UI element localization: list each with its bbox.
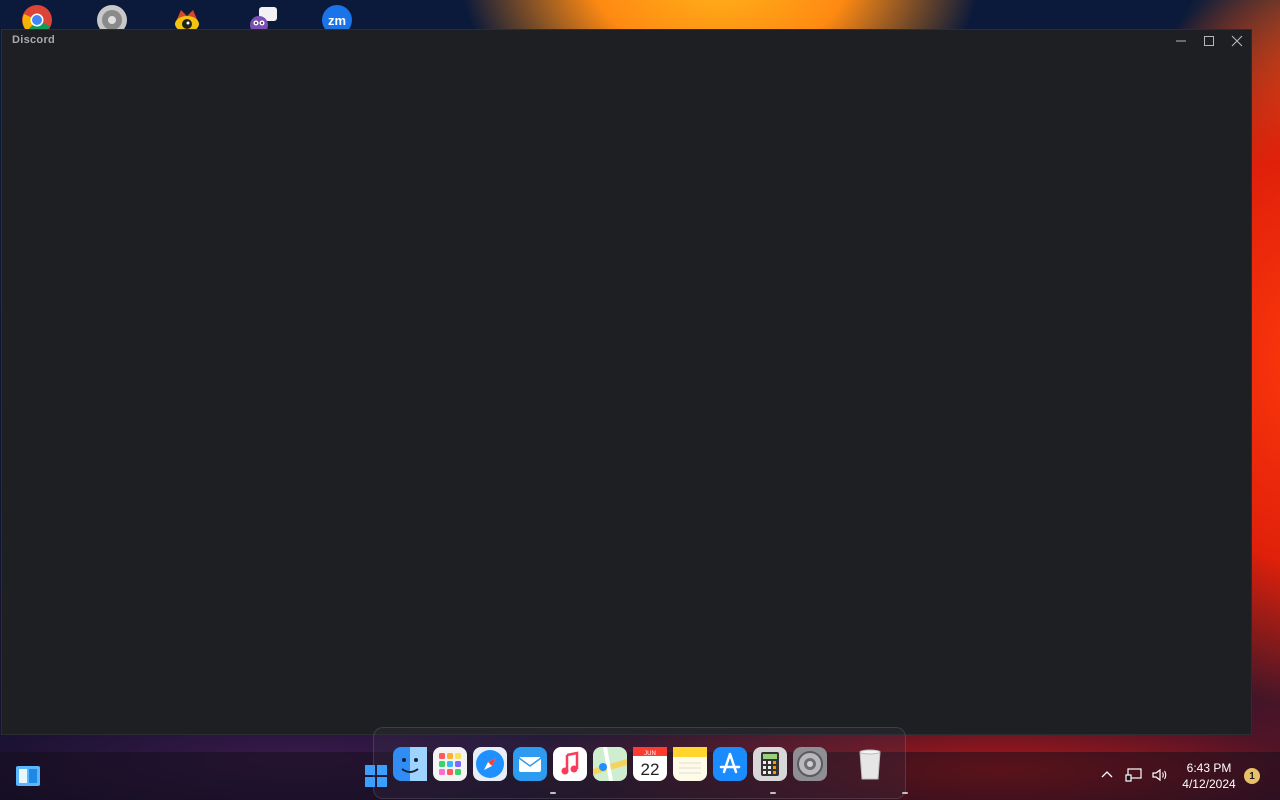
volume-icon[interactable]: [1150, 762, 1170, 788]
calendar-day: 22: [641, 760, 660, 779]
running-indicator: [550, 792, 556, 794]
finder-icon[interactable]: [393, 747, 427, 781]
minimize-icon: [1176, 40, 1186, 42]
discord-content-area: [2, 52, 1251, 734]
running-indicator: [902, 792, 908, 794]
discord-window[interactable]: Discord: [1, 29, 1252, 735]
close-icon: [1231, 35, 1243, 47]
calendar-month: JUN: [644, 751, 656, 757]
windows-start-icon: [16, 766, 40, 786]
calendar-icon[interactable]: JUN 22: [633, 747, 667, 781]
clock-time: 6:43 PM: [1186, 761, 1232, 775]
maximize-button[interactable]: [1195, 30, 1223, 52]
window-title: Discord: [12, 34, 56, 46]
launchpad-icon[interactable]: [433, 747, 467, 781]
app-store-icon[interactable]: [713, 747, 747, 781]
notification-badge[interactable]: 1: [1244, 768, 1260, 784]
trash-icon[interactable]: [853, 747, 887, 781]
safari-icon[interactable]: [473, 747, 507, 781]
zoom-label: zm: [328, 13, 346, 28]
system-settings-icon[interactable]: [793, 747, 827, 781]
mail-icon[interactable]: [513, 747, 547, 781]
tray-expand-icon[interactable]: [1098, 762, 1116, 788]
taskbar-clock[interactable]: 6:43 PM 4/12/2024: [1176, 760, 1242, 792]
maps-icon[interactable]: [593, 747, 627, 781]
close-button[interactable]: [1223, 30, 1251, 52]
clock-date: 4/12/2024: [1182, 777, 1236, 791]
minimize-button[interactable]: [1167, 30, 1195, 52]
notes-icon[interactable]: [673, 747, 707, 781]
windows-logo-icon[interactable]: [364, 764, 388, 793]
running-indicator: [770, 792, 776, 794]
start-button[interactable]: [14, 764, 42, 788]
calculator-icon[interactable]: [753, 747, 787, 781]
window-titlebar[interactable]: Discord: [2, 30, 1251, 52]
maximize-icon: [1204, 36, 1214, 46]
network-icon[interactable]: [1124, 762, 1144, 788]
music-icon[interactable]: [553, 747, 587, 781]
